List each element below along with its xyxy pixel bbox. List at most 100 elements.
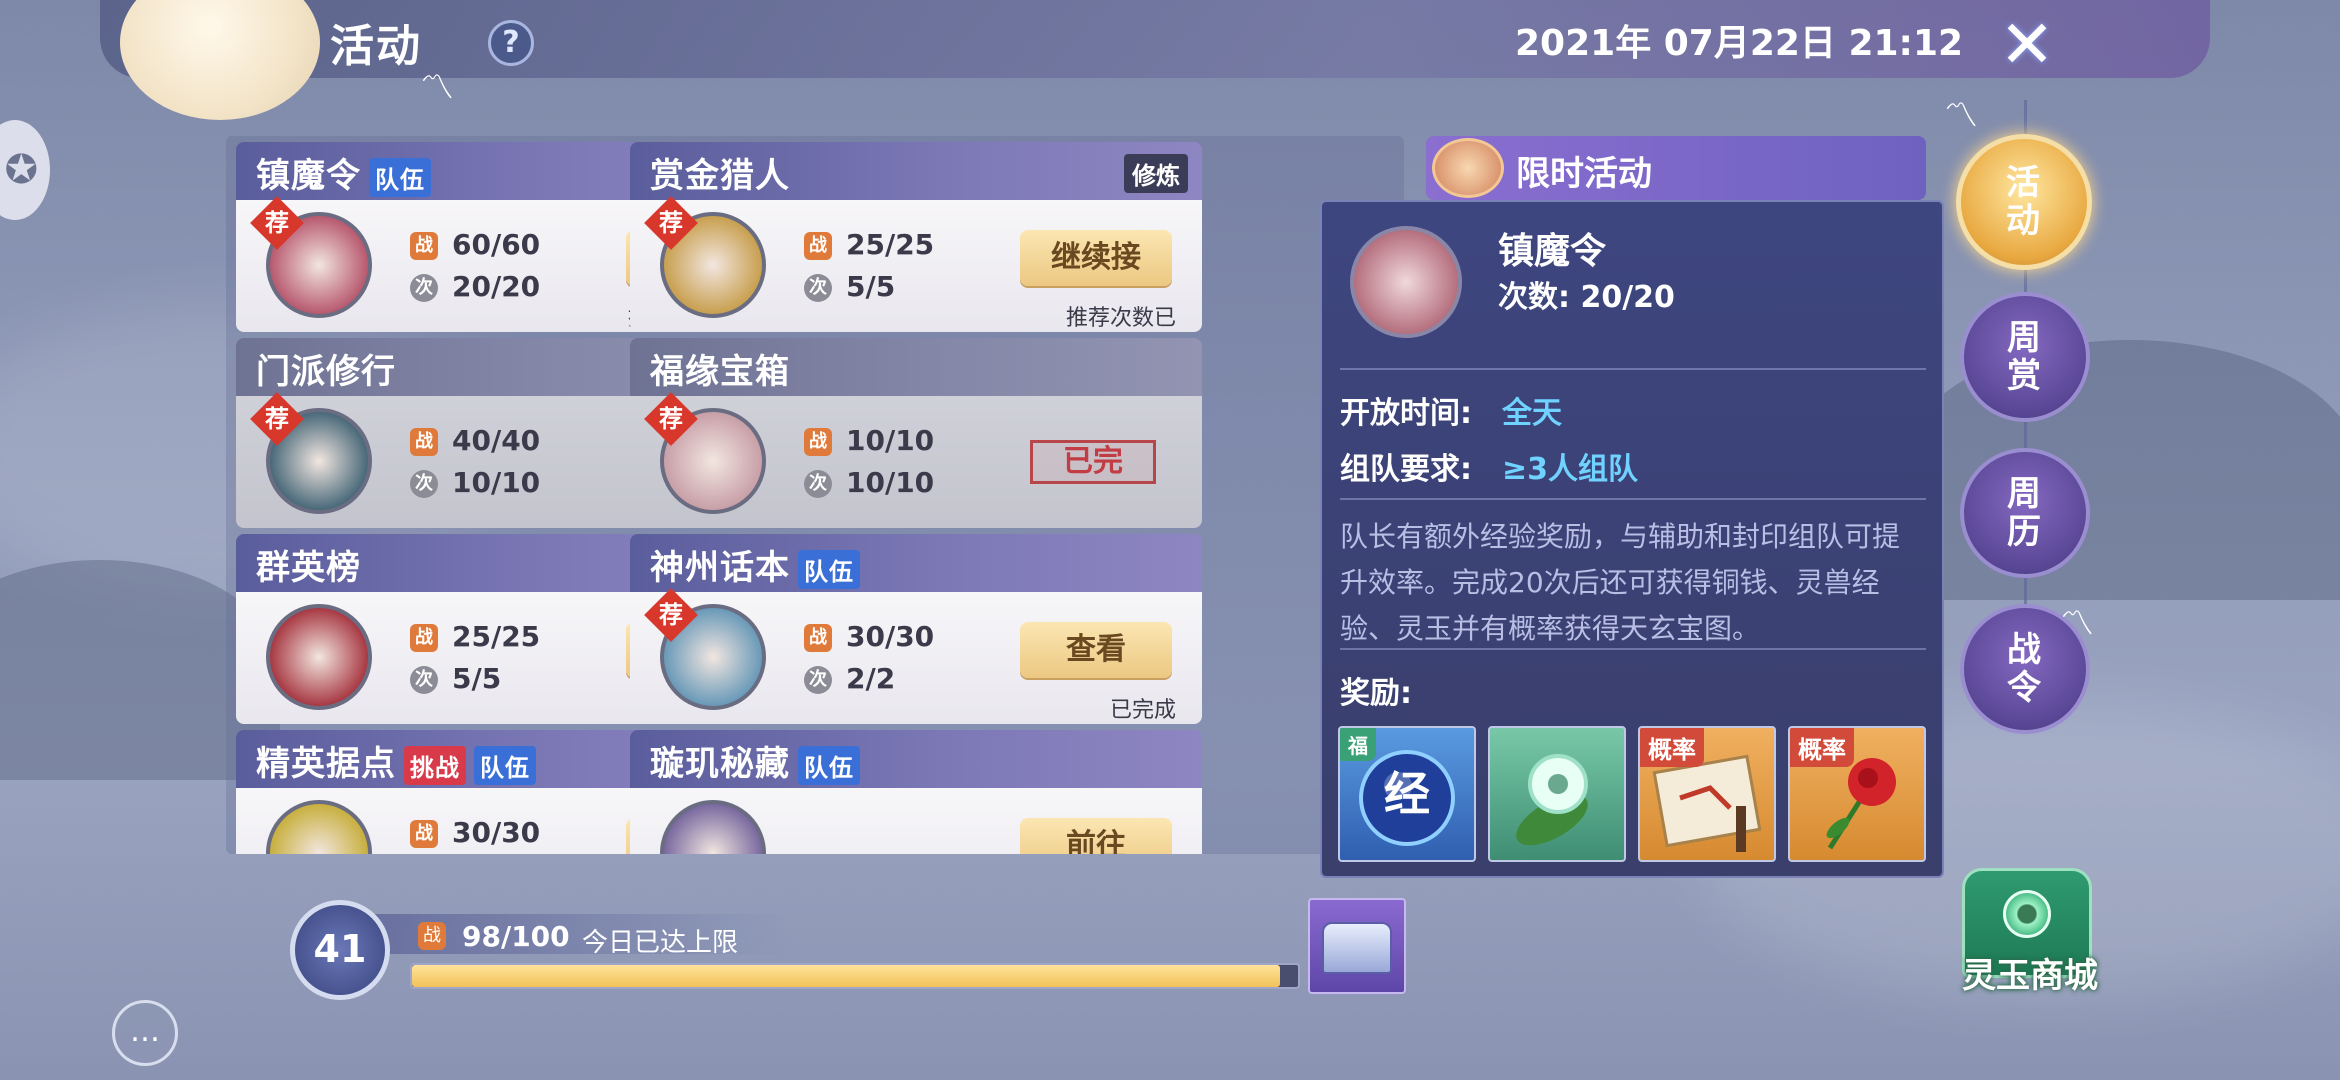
reward-rose-item[interactable]: 概率	[1788, 726, 1926, 862]
activity-name-text: 群英榜	[256, 548, 361, 588]
activity-note: 已完成	[1109, 698, 1176, 723]
activity-name: 神州话本 队伍	[650, 540, 860, 589]
popup-count: 次数: 20/20	[1498, 280, 1675, 315]
battle-stat: 战 10/10	[804, 424, 934, 457]
reward-badge: 福	[1340, 728, 1376, 761]
bird-decoration: 〽	[1944, 96, 1978, 136]
activity-progress-fill	[412, 965, 1281, 987]
activity-name: 门派修行	[256, 344, 396, 393]
reward-jade-item[interactable]	[1488, 726, 1626, 862]
battle-icon: 战	[410, 428, 438, 456]
times-value: 20/20	[452, 270, 541, 303]
activity-name: 福缘宝箱	[650, 344, 790, 393]
divider	[1340, 368, 1926, 370]
activity-name: 赏金猎人	[650, 148, 790, 197]
activity-card[interactable]: 赏金猎人 修炼荐战 25/25 次 5/5 继续接 推荐次数已	[630, 142, 1202, 332]
open-time-label: 开放时间:	[1340, 396, 1472, 431]
battle-stat: 战 60/60	[410, 228, 540, 261]
times-icon: 次	[804, 470, 832, 498]
help-button[interactable]: ?	[488, 20, 534, 66]
activity-action-button[interactable]: 继续接	[1020, 230, 1172, 286]
activity-points-status: 今日已达上限	[582, 928, 739, 958]
reward-exp-item[interactable]: 经 福	[1338, 726, 1476, 862]
activity-name-text: 璇玑秘藏	[650, 744, 790, 784]
activity-grid: 镇魔令队伍经验荐战60/60次20/20继续接取推荐次数已完成赏金猎人修炼荐战2…	[226, 136, 1404, 854]
times-icon: 次	[410, 470, 438, 498]
activity-action-button[interactable]: 前往	[1020, 818, 1172, 854]
battle-icon: 战	[804, 428, 832, 456]
limited-activity-title: 限时活动	[1516, 154, 1652, 194]
team-requirement-value: ≥3人组队	[1502, 452, 1639, 487]
times-value: 5/5	[452, 662, 502, 695]
activity-name-text: 神州话本	[650, 548, 790, 588]
puzzle-icon: ✪	[4, 147, 38, 193]
activity-name-text: 门派修行	[256, 352, 396, 392]
close-button[interactable]: ✕	[1990, 12, 2064, 82]
times-value: 2/2	[846, 662, 896, 695]
times-icon: 次	[410, 274, 438, 302]
chat-button[interactable]: …	[112, 1000, 178, 1066]
reward-badge: 概率	[1790, 728, 1854, 767]
nav-tab[interactable]: 活 动	[1956, 134, 2092, 270]
times-stat: 次 2/2	[804, 662, 895, 695]
battle-icon: 战	[410, 232, 438, 260]
activity-note: 推荐次数已	[1065, 306, 1176, 331]
limited-activity-icon	[1432, 138, 1504, 198]
activity-card[interactable]: 神州话本 队伍荐战 30/30 次 2/2 查看 已完成	[630, 534, 1202, 724]
activity-name-text: 精英据点	[256, 744, 396, 784]
jade-mall-label: 灵玉商城	[1962, 956, 2098, 996]
recommend-badge: 荐	[644, 196, 698, 250]
chat-bubble-icon: …	[130, 1014, 160, 1049]
nav-tab[interactable]: 周 历	[1960, 448, 2090, 578]
popup-activity-name: 镇魔令	[1498, 231, 1607, 272]
activity-name: 璇玑秘藏 队伍	[650, 736, 860, 785]
recommend-badge: 荐	[644, 588, 698, 642]
times-stat: 次 5/5	[410, 662, 501, 695]
battle-value: 40/40	[452, 424, 541, 457]
activity-card[interactable]: 璇玑秘藏队伍次1/1前往	[630, 730, 1202, 854]
reward-badge: 概率	[1640, 728, 1704, 767]
battle-icon: 战	[804, 232, 832, 260]
recommend-badge: 荐	[250, 392, 304, 446]
times-stat: 次 10/10	[410, 466, 540, 499]
divider	[1340, 648, 1926, 650]
side-menu-button[interactable]: ✪	[0, 120, 50, 220]
activity-name: 镇魔令 队伍	[256, 148, 431, 197]
activity-card[interactable]: 福缘宝箱荐战 10/10 次 10/10 已完	[630, 338, 1202, 528]
completed-stamp: 已完	[1030, 440, 1156, 484]
recommend-badge: 荐	[250, 196, 304, 250]
battle-stat: 战 25/25	[410, 620, 540, 653]
nav-tab[interactable]: 战 令	[1960, 604, 2090, 734]
times-value: 5/5	[846, 270, 896, 303]
activity-name-text: 福缘宝箱	[650, 352, 790, 392]
times-value: 10/10	[846, 466, 935, 499]
activity-tag: 队伍	[798, 550, 860, 589]
page-title: 活动	[330, 21, 422, 72]
times-icon: 次	[410, 666, 438, 694]
datetime-display: 2021年 07月22日 21:12	[1515, 23, 1964, 64]
nav-tab[interactable]: 周 赏	[1960, 292, 2090, 422]
bird-decoration: 〽	[420, 68, 454, 108]
activity-action-button[interactable]: 查看	[1020, 622, 1172, 678]
reward-treasure-map-item[interactable]: 概率	[1638, 726, 1776, 862]
battle-value: 60/60	[452, 228, 541, 261]
activity-avatar-icon	[266, 604, 372, 710]
jade-coin-icon	[2003, 890, 2051, 938]
recommend-badge: 荐	[644, 392, 698, 446]
open-time-value: 全天	[1502, 396, 1562, 431]
popup-description: 队长有额外经验奖励，与辅助和封印组队可提升效率。完成20次后还可获得铜钱、灵兽经…	[1340, 520, 1901, 645]
times-stat: 次 10/10	[804, 466, 934, 499]
activity-name: 群英榜	[256, 540, 361, 589]
level-badge: 41	[290, 900, 390, 1000]
activity-name-text: 赏金猎人	[650, 156, 790, 196]
divider	[1340, 498, 1926, 500]
activity-tag: 挑战	[404, 746, 466, 785]
reward-type-badge: 修炼	[1124, 154, 1188, 193]
jade-orb-icon	[1516, 754, 1588, 846]
times-stat: 次 20/20	[410, 270, 540, 303]
battle-value: 10/10	[846, 424, 935, 457]
times-icon: 次	[804, 274, 832, 302]
activity-avatar-icon	[1350, 226, 1462, 338]
times-value: 10/10	[452, 466, 541, 499]
battle-value: 30/30	[846, 620, 935, 653]
